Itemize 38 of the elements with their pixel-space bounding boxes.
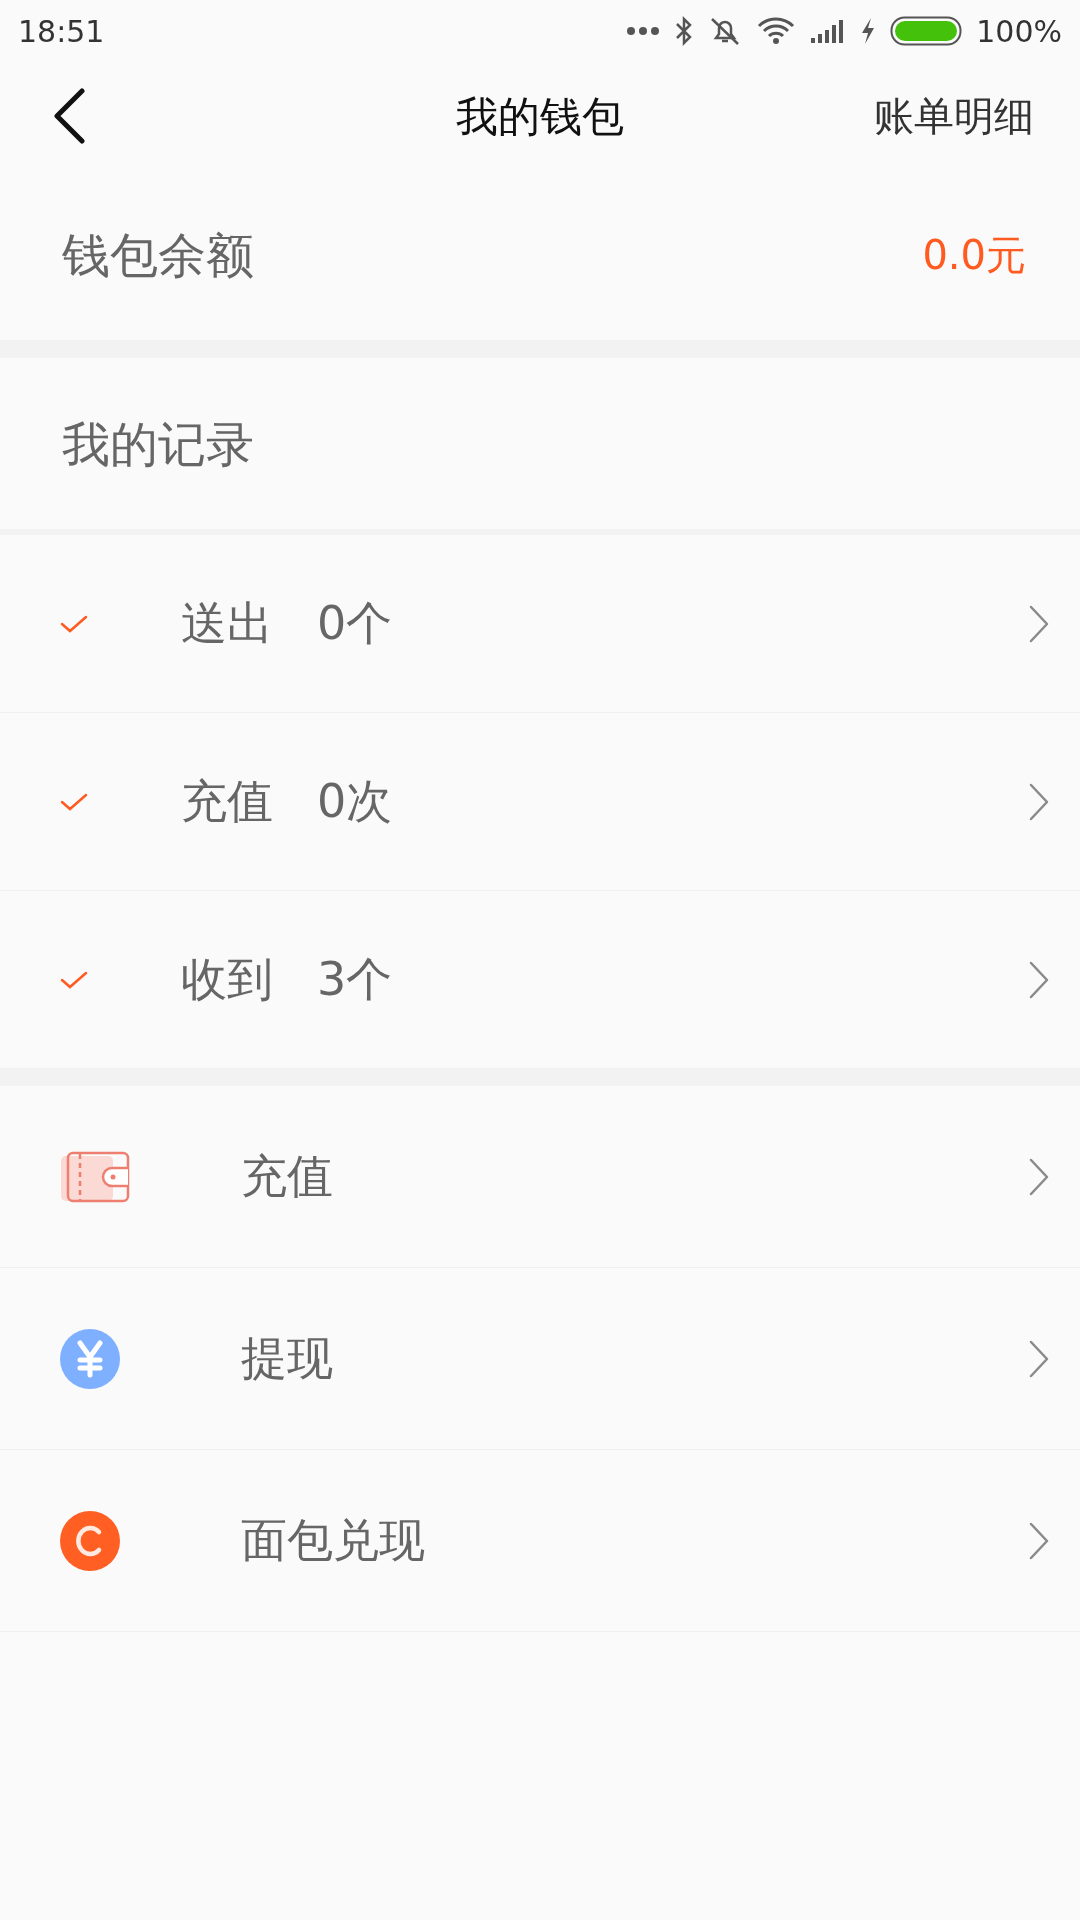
- record-label: 收到: [181, 951, 273, 1008]
- wifi-icon: [756, 16, 797, 46]
- record-row[interactable]: 充值 0次: [0, 713, 1080, 891]
- action-label: 面包兑现: [241, 1512, 425, 1569]
- chevron-right-icon: [1028, 781, 1050, 822]
- status-time: 18:51: [18, 12, 105, 51]
- page-title: 我的钱包: [456, 90, 624, 143]
- check-icon: [60, 613, 88, 634]
- action-row[interactable]: 面包兑现: [0, 1450, 1080, 1632]
- chevron-right-icon: [1028, 1156, 1050, 1197]
- record-value: 0次: [317, 773, 393, 830]
- record-label: 送出: [181, 595, 273, 652]
- wallet-icon: [60, 1150, 130, 1203]
- chevron-right-icon: [1028, 1520, 1050, 1561]
- balance-value: 0.0元: [922, 231, 1026, 280]
- yen-icon: [60, 1328, 120, 1389]
- coin-icon: [60, 1510, 120, 1571]
- record-row[interactable]: 送出 0个: [0, 535, 1080, 713]
- battery-icon: [890, 16, 963, 46]
- chevron-right-icon: [1028, 603, 1050, 644]
- records-title: 我的记录: [62, 414, 254, 474]
- check-icon: [60, 969, 88, 990]
- chevron-right-icon: [1028, 1338, 1050, 1379]
- chevron-right-icon: [1028, 959, 1050, 1000]
- record-label: 充值: [181, 773, 273, 830]
- action-label: 充值: [241, 1148, 333, 1205]
- check-icon: [60, 791, 88, 812]
- record-value: 3个: [317, 951, 393, 1008]
- battery-percent: 100%: [976, 12, 1062, 51]
- bill-details-link[interactable]: 账单明细: [874, 86, 1034, 146]
- charging-icon: [860, 17, 877, 45]
- action-row[interactable]: 提现: [0, 1268, 1080, 1450]
- more-dots-icon: [626, 26, 661, 36]
- action-label: 提现: [241, 1330, 333, 1387]
- action-row[interactable]: 充值: [0, 1086, 1080, 1268]
- record-value: 0个: [317, 595, 393, 652]
- back-icon: [52, 88, 86, 144]
- balance-label: 钱包余额: [62, 226, 254, 285]
